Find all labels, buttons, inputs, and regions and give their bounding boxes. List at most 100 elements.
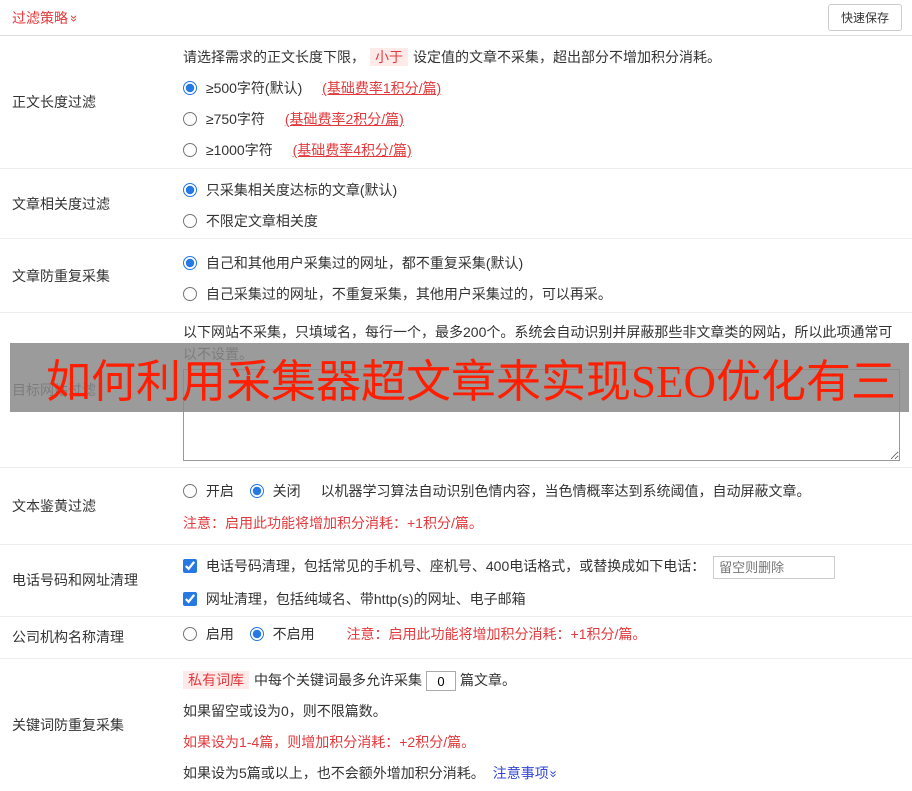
length-option-row-1000: ≥1000字符 (基础费率4积分/篇) <box>183 139 900 161</box>
phone-cleanup-row: 电话号码清理，包括常见的手机号、座机号、400电话格式，或替换成如下电话： <box>183 555 900 579</box>
row-relevance-filter: 文章相关度过滤 只采集相关度达标的文章(默认) 不限定文章相关度 <box>0 169 912 239</box>
radio-option-dedup-self[interactable]: 自己采集过的网址，不重复采集，其他用户采集过的，可以再采。 <box>183 286 612 302</box>
length-option-row-500: ≥500字符(默认) (基础费率1积分/篇) <box>183 77 900 99</box>
radio-porn-on-input[interactable] <box>183 484 197 498</box>
porn-cost-note: 注意：启用此功能将增加积分消耗：+1积分/篇。 <box>183 515 483 531</box>
radio-500-label: ≥500字符(默认) <box>205 80 303 96</box>
radio-750-input[interactable] <box>183 112 197 126</box>
keyword-note-five-plus: 如果设为5篇或以上，也不会额外增加积分消耗。 注意事项» <box>183 762 900 785</box>
fee-note-1000: (基础费率4积分/篇) <box>292 142 412 158</box>
fee-note-750: (基础费率2积分/篇) <box>284 111 404 127</box>
radio-dedup-self-input[interactable] <box>183 287 197 301</box>
porn-description: 以机器学习算法自动识别色情内容，当色情概率达到系统阈值，自动屏蔽文章。 <box>320 483 811 499</box>
keyword-note-unlimited: 如果留空或设为0，则不限篇数。 <box>183 703 387 720</box>
keyword-dedup-content: 私有词库中每个关键词最多允许采集 篇文章。 如果留空或设为0，则不限篇数。 如果设… <box>183 659 912 791</box>
radio-dedup-all-input[interactable] <box>183 256 197 270</box>
dedup-option-row-1: 自己和其他用户采集过的网址，都不重复采集(默认) <box>183 252 900 274</box>
radio-option-dedup-all[interactable]: 自己和其他用户采集过的网址，都不重复采集(默认) <box>183 255 523 271</box>
radio-option-relevance-any[interactable]: 不限定文章相关度 <box>183 213 318 229</box>
company-cleanup-content: 启用 不启用 注意：启用此功能将增加积分消耗：+1积分/篇。 <box>183 617 912 658</box>
article-dedup-content: 自己和其他用户采集过的网址，都不重复采集(默认) 自己采集过的网址，不重复采集，… <box>183 239 912 312</box>
radio-company-off-input[interactable] <box>249 627 264 642</box>
radio-option-porn-off[interactable]: 关闭 <box>249 483 305 499</box>
radio-relevance-only-label: 只采集相关度达标的文章(默认) <box>205 182 398 198</box>
phone-replacement-input[interactable] <box>713 555 836 579</box>
checkbox-option-phone-cleanup[interactable]: 电话号码清理，包括常见的手机号、座机号、400电话格式，或替换成如下电话： <box>183 558 709 574</box>
radio-option-750[interactable]: ≥750字符 <box>183 111 269 127</box>
row-phone-url-cleanup: 电话号码和网址清理 电话号码清理，包括常见的手机号、座机号、400电话格式，或替… <box>0 545 912 617</box>
radio-company-on-input[interactable] <box>183 627 197 642</box>
checkbox-url-cleanup-label: 网址清理，包括纯域名、带http(s)的网址、电子邮箱 <box>205 590 526 607</box>
radio-dedup-all-label: 自己和其他用户采集过的网址，都不重复采集(默认) <box>205 255 524 271</box>
company-cleanup-label: 公司机构名称清理 <box>12 629 124 646</box>
keyword-limit-input[interactable] <box>426 671 456 692</box>
quick-save-button[interactable]: 快速保存 <box>827 4 902 31</box>
notice-link[interactable]: 注意事项» <box>492 765 562 782</box>
length-description: 请选择需求的正文长度下限， 小于 设定值的文章不采集，超出部分不增加积分消耗。 <box>183 46 900 68</box>
radio-option-company-on[interactable]: 启用 <box>183 626 238 642</box>
chevron-double-down-icon: » <box>546 770 562 778</box>
page-header: 过滤策略» 快速保存 <box>0 0 912 36</box>
keyword-limit-text: 中每个关键词最多允许采集 <box>254 671 422 688</box>
relevance-option-row-2: 不限定文章相关度 <box>183 210 900 232</box>
filter-strategy-toggle[interactable]: 过滤策略» <box>12 8 82 28</box>
row-porn-filter: 文本鉴黄过滤 开启 关闭 以机器学习算法自动识别色情内容，当色情概率达到系统阈值… <box>0 468 912 545</box>
desc-text-pre: 请选择需求的正文长度下限， <box>183 49 365 65</box>
radio-relevance-any-input[interactable] <box>183 214 197 228</box>
radio-relevance-any-label: 不限定文章相关度 <box>205 213 318 229</box>
length-option-row-750: ≥750字符 (基础费率2积分/篇) <box>183 108 900 130</box>
keyword-limit-suffix: 篇文章。 <box>460 671 516 688</box>
checkbox-phone-cleanup-label: 电话号码清理，包括常见的手机号、座机号、400电话格式，或替换成如下电话： <box>205 558 706 574</box>
radio-dedup-self-label: 自己采集过的网址，不重复采集，其他用户采集过的，可以再采。 <box>205 286 612 302</box>
radio-option-company-off[interactable]: 不启用 <box>249 626 319 643</box>
relevance-option-row-1: 只采集相关度达标的文章(默认) <box>183 179 900 201</box>
page-title: 过滤策略 <box>12 9 68 26</box>
watermark-text: 如何利用采集器超文章来实现SEO优化有三 <box>46 357 897 407</box>
company-cost-note: 注意：启用此功能将增加积分消耗：+1积分/篇。 <box>346 626 647 643</box>
company-option-row: 启用 不启用 注意：启用此功能将增加积分消耗：+1积分/篇。 <box>183 623 646 645</box>
radio-1000-input[interactable] <box>183 143 197 157</box>
row-keyword-dedup: 关键词防重复采集 私有词库中每个关键词最多允许采集 篇文章。 如果留空或设为0，则… <box>0 659 912 791</box>
radio-1000-label: ≥1000字符 <box>205 142 273 158</box>
radio-500-input[interactable] <box>183 81 197 95</box>
fee-note-500: (基础费率1积分/篇) <box>322 80 442 96</box>
relevance-filter-label: 文章相关度过滤 <box>12 195 110 212</box>
porn-filter-label: 文本鉴黄过滤 <box>12 498 96 514</box>
porn-option-row: 开启 关闭 以机器学习算法自动识别色情内容，当色情概率达到系统阈值，自动屏蔽文章… <box>183 480 900 502</box>
keyword-limit-row: 私有词库中每个关键词最多允许采集 篇文章。 <box>183 669 900 692</box>
article-dedup-label: 文章防重复采集 <box>12 267 110 284</box>
radio-option-1000[interactable]: ≥1000字符 <box>183 142 277 158</box>
porn-filter-content: 开启 关闭 以机器学习算法自动识别色情内容，当色情概率达到系统阈值，自动屏蔽文章… <box>183 468 912 544</box>
radio-option-relevance-only[interactable]: 只采集相关度达标的文章(默认) <box>183 182 397 198</box>
phone-url-cleanup-content: 电话号码清理，包括常见的手机号、座机号、400电话格式，或替换成如下电话： 网址… <box>183 545 912 616</box>
keyword-note-cost: 如果设为1-4篇，则增加积分消耗：+2积分/篇。 <box>183 734 476 751</box>
dedup-option-row-2: 自己采集过的网址，不重复采集，其他用户采集过的，可以再采。 <box>183 283 900 305</box>
radio-company-off-label: 不启用 <box>272 626 315 643</box>
keyword-five-plus-text: 如果设为5篇或以上，也不会额外增加积分消耗。 <box>183 765 485 782</box>
radio-porn-on-label: 开启 <box>205 483 234 499</box>
private-lexicon-highlight: 私有词库 <box>183 670 249 689</box>
keyword-dedup-label: 关键词防重复采集 <box>12 716 124 733</box>
radio-porn-off-input[interactable] <box>249 484 264 498</box>
radio-750-label: ≥750字符 <box>205 111 265 127</box>
checkbox-phone-cleanup-input[interactable] <box>183 559 197 573</box>
relevance-filter-content: 只采集相关度达标的文章(默认) 不限定文章相关度 <box>183 169 912 238</box>
radio-relevance-only-input[interactable] <box>183 183 197 197</box>
body-length-filter-content: 请选择需求的正文长度下限， 小于 设定值的文章不采集，超出部分不增加积分消耗。 ≥5… <box>183 36 912 168</box>
radio-porn-off-label: 关闭 <box>272 483 301 499</box>
radio-company-on-label: 启用 <box>205 626 234 643</box>
desc-highlight-less-than: 小于 <box>370 48 408 66</box>
url-cleanup-row: 网址清理，包括纯域名、带http(s)的网址、电子邮箱 <box>183 588 900 610</box>
desc-text-post: 设定值的文章不采集，超出部分不增加积分消耗。 <box>413 49 721 65</box>
row-article-dedup: 文章防重复采集 自己和其他用户采集过的网址，都不重复采集(默认) 自己采集过的网… <box>0 239 912 313</box>
radio-option-500[interactable]: ≥500字符(默认) <box>183 80 306 96</box>
phone-url-cleanup-label: 电话号码和网址清理 <box>12 572 138 589</box>
row-body-length-filter: 正文长度过滤 请选择需求的正文长度下限， 小于 设定值的文章不采集，超出部分不增加积… <box>0 36 912 169</box>
checkbox-option-url-cleanup[interactable]: 网址清理，包括纯域名、带http(s)的网址、电子邮箱 <box>183 591 526 607</box>
radio-option-porn-on[interactable]: 开启 <box>183 483 238 499</box>
chevron-double-down-icon: » <box>67 14 83 22</box>
notice-link-label: 注意事项 <box>492 765 549 782</box>
body-length-filter-label: 正文长度过滤 <box>12 94 96 110</box>
watermark-banner: 如何利用采集器超文章来实现SEO优化有三 <box>10 343 909 412</box>
checkbox-url-cleanup-input[interactable] <box>183 591 197 606</box>
